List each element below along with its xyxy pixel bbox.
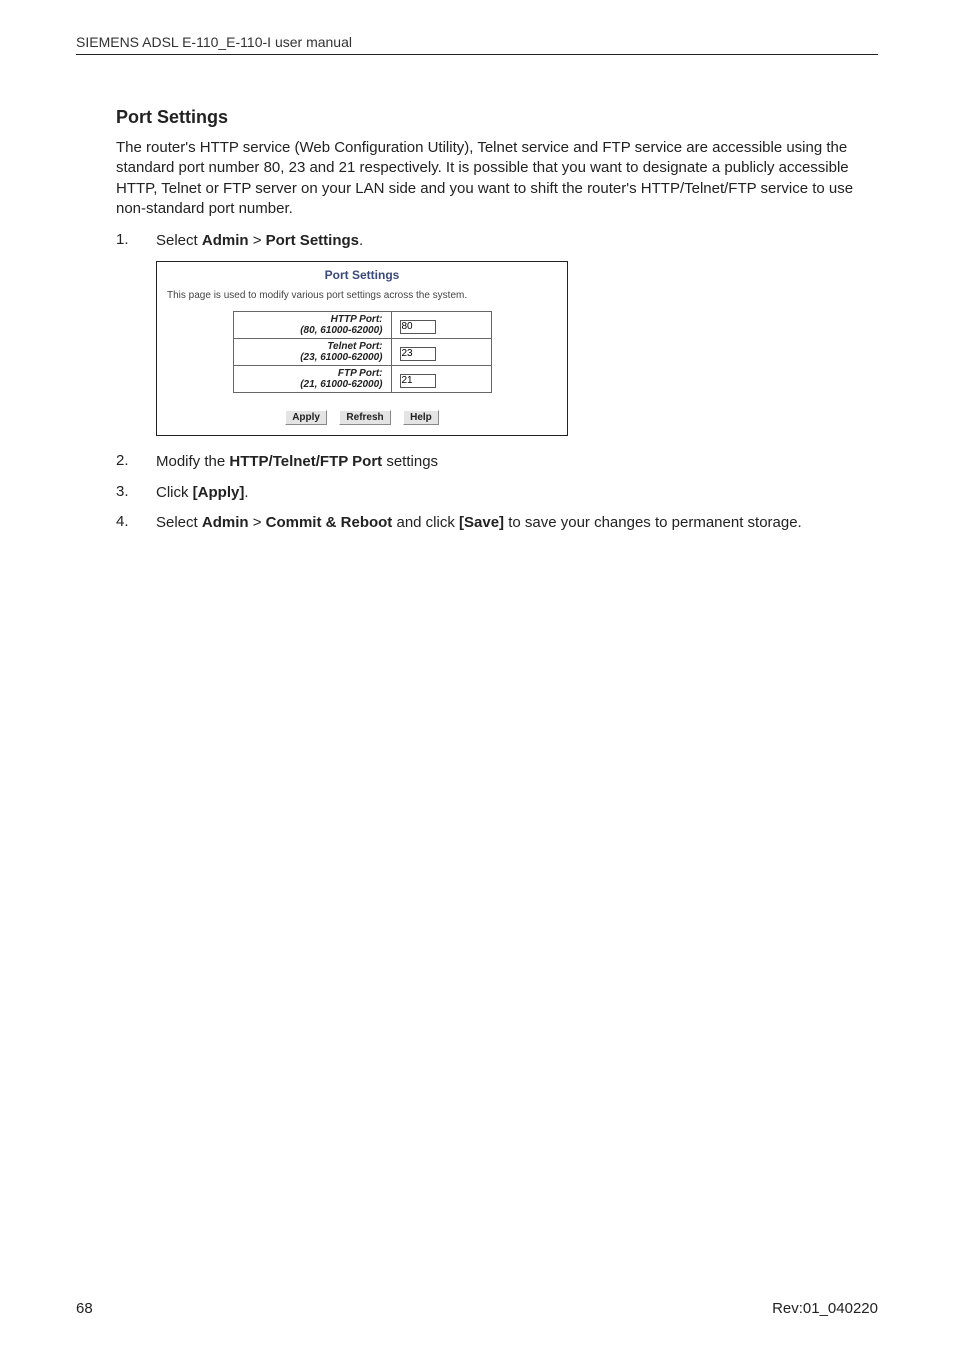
page-footer: 68 Rev:01_040220 — [76, 1300, 878, 1317]
apply-button[interactable]: Apply — [285, 410, 327, 425]
port-settings-panel: Port Settings This page is used to modif… — [156, 261, 568, 436]
step-num: 2. — [116, 452, 156, 472]
table-row: FTP Port: (21, 61000-62000) — [233, 366, 491, 393]
step-2: 2. Modify the HTTP/Telnet/FTP Port setti… — [116, 452, 874, 472]
refresh-button[interactable]: Refresh — [339, 410, 390, 425]
running-head: SIEMENS ADSL E-110_E-110-I user manual — [76, 34, 878, 55]
telnet-port-cell — [391, 339, 491, 366]
step-text: Select Admin > Port Settings. — [156, 231, 874, 251]
section-intro: The router's HTTP service (Web Configura… — [116, 138, 874, 219]
help-button[interactable]: Help — [403, 410, 439, 425]
http-port-label: HTTP Port: (80, 61000-62000) — [233, 312, 391, 339]
step-4: 4. Select Admin > Commit & Reboot and cl… — [116, 513, 874, 533]
port-table: HTTP Port: (80, 61000-62000) Telnet Port… — [233, 311, 492, 393]
revision: Rev:01_040220 — [772, 1300, 878, 1317]
step-1: 1. Select Admin > Port Settings. — [116, 231, 874, 251]
step-list: 1. Select Admin > Port Settings. — [116, 231, 874, 251]
telnet-port-input[interactable] — [400, 347, 436, 361]
table-row: Telnet Port: (23, 61000-62000) — [233, 339, 491, 366]
http-port-input[interactable] — [400, 320, 436, 334]
panel-buttons: Apply Refresh Help — [163, 407, 561, 425]
step-num: 4. — [116, 513, 156, 533]
panel-title: Port Settings — [163, 268, 561, 282]
step-num: 1. — [116, 231, 156, 251]
table-row: HTTP Port: (80, 61000-62000) — [233, 312, 491, 339]
page-number: 68 — [76, 1300, 93, 1317]
step-text: Click [Apply]. — [156, 483, 874, 503]
ftp-port-label: FTP Port: (21, 61000-62000) — [233, 366, 391, 393]
step-text: Modify the HTTP/Telnet/FTP Port settings — [156, 452, 874, 472]
main-content: Port Settings The router's HTTP service … — [76, 107, 878, 533]
panel-desc: This page is used to modify various port… — [167, 290, 561, 301]
telnet-port-label: Telnet Port: (23, 61000-62000) — [233, 339, 391, 366]
step-list-cont: 2. Modify the HTTP/Telnet/FTP Port setti… — [116, 452, 874, 533]
step-num: 3. — [116, 483, 156, 503]
step-3: 3. Click [Apply]. — [116, 483, 874, 503]
step-text: Select Admin > Commit & Reboot and click… — [156, 513, 874, 533]
http-port-cell — [391, 312, 491, 339]
ftp-port-cell — [391, 366, 491, 393]
ftp-port-input[interactable] — [400, 374, 436, 388]
section-title: Port Settings — [116, 107, 874, 128]
